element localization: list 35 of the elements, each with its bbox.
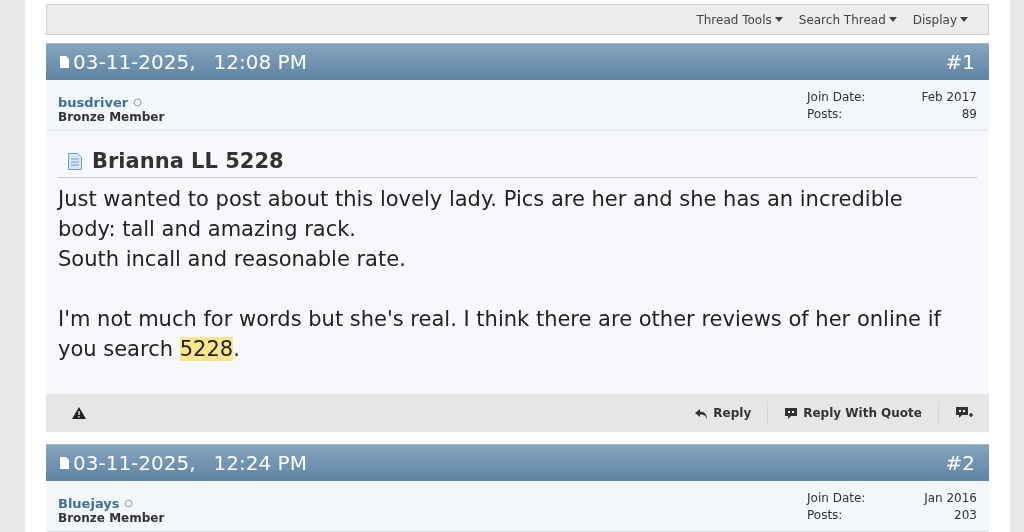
- username-link[interactable]: busdriver: [58, 95, 129, 110]
- post-time: 12:08 PM: [213, 50, 307, 74]
- reply-arrow-icon: [694, 406, 709, 420]
- quote-bubble-icon: [784, 406, 799, 420]
- user-rank: Bronze Member: [58, 110, 165, 124]
- post-text: South incall and reasonable rate.: [58, 246, 407, 273]
- dropdown-button[interactable]: Display: [910, 12, 970, 27]
- post-date: 03-11-2025,: [73, 50, 196, 74]
- stat-label: Posts:: [807, 508, 844, 524]
- post-date: 03-11-2025,: [73, 451, 196, 475]
- document-icon: [68, 152, 82, 170]
- post-icon: [60, 56, 69, 68]
- caret-icon: [888, 17, 897, 22]
- stat-value: 203: [953, 508, 977, 524]
- stat-label: Join Date:: [807, 90, 867, 106]
- post-time: 12:24 PM: [213, 451, 307, 475]
- post-icon: [60, 457, 69, 469]
- dropdown-button[interactable]: Search Thread: [796, 12, 899, 27]
- reply-button[interactable]: Reply: [678, 402, 768, 424]
- user-rank: Bronze Member: [58, 511, 165, 525]
- username-link[interactable]: Bluejays: [58, 496, 120, 511]
- post-text: Just wanted to post about this lovely lady. Pics are her and she has an incredible body: tall and amazing rack.: [58, 186, 904, 243]
- post-text: I'm not much for words but she's real. I think there are other reviews of her online if you search 5228.: [58, 306, 943, 363]
- caret-icon: [960, 17, 968, 22]
- caret-icon: [774, 17, 783, 22]
- reply-button[interactable]: Reply With Quote: [767, 402, 938, 424]
- stat-value: Jan 2016: [922, 491, 977, 507]
- stat-value: Feb 2017: [920, 90, 977, 106]
- post-title: Brianna LL 5228: [92, 149, 284, 173]
- stat-label: Posts:: [807, 107, 844, 123]
- stat-value: 89: [960, 107, 977, 123]
- stat-label: Join Date:: [807, 491, 867, 507]
- warning-icon: [72, 407, 86, 419]
- dropdown-button[interactable]: Thread Tools: [694, 12, 785, 27]
- quote-plus-icon: [955, 406, 973, 420]
